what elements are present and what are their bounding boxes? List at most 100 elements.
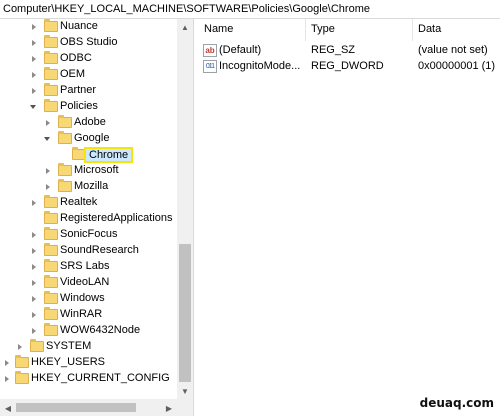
- tree-item-adobe[interactable]: Adobe: [0, 115, 177, 131]
- chevron-right-icon[interactable]: [28, 227, 37, 243]
- folder-icon: [44, 35, 58, 48]
- scroll-left-arrow-icon[interactable]: ◀: [0, 400, 16, 416]
- chevron-right-icon[interactable]: [42, 179, 51, 195]
- folder-icon: [15, 371, 29, 384]
- folder-icon: [15, 355, 29, 368]
- tree-item-label: Nuance: [60, 20, 98, 32]
- folder-icon: [44, 227, 58, 240]
- tree-item-partner[interactable]: Partner: [0, 83, 177, 99]
- tree-item-label: Windows: [60, 292, 105, 304]
- horizontal-scrollbar[interactable]: ◀ ▶: [0, 399, 177, 416]
- scroll-right-arrow-icon[interactable]: ▶: [161, 400, 177, 416]
- tree-item-label: RegisteredApplications: [60, 212, 173, 224]
- chevron-right-icon[interactable]: [42, 163, 51, 179]
- chevron-right-icon[interactable]: [28, 195, 37, 211]
- string-value-icon: ab: [203, 44, 217, 57]
- folder-icon: [44, 19, 58, 32]
- list-row[interactable]: 011 IncognitoMode... REG_DWORD 0x0000000…: [198, 59, 500, 75]
- tree-item-system[interactable]: SYSTEM: [0, 339, 177, 355]
- tree-item-policies[interactable]: Policies: [0, 99, 177, 115]
- tree-item-label: Microsoft: [74, 164, 119, 176]
- chevron-right-icon[interactable]: [28, 67, 37, 83]
- vertical-scroll-thumb[interactable]: [179, 244, 191, 382]
- tree-item-label: Adobe: [74, 116, 106, 128]
- tree-item-wow6432node[interactable]: WOW6432Node: [0, 323, 177, 339]
- chevron-right-icon[interactable]: [28, 243, 37, 259]
- chevron-right-icon[interactable]: [28, 307, 37, 323]
- horizontal-scroll-thumb[interactable]: [16, 403, 136, 412]
- value-name: IncognitoMode...: [219, 60, 301, 72]
- scrollbar-corner: [177, 399, 193, 416]
- column-header-name[interactable]: Name: [204, 23, 233, 41]
- tree-item-hkey-users[interactable]: HKEY_USERS: [0, 355, 177, 371]
- tree-item-chrome[interactable]: Chrome: [0, 147, 177, 163]
- chevron-right-icon[interactable]: [28, 291, 37, 307]
- chevron-right-icon[interactable]: [28, 323, 37, 339]
- tree-item-mozilla[interactable]: Mozilla: [0, 179, 177, 195]
- scroll-up-arrow-icon[interactable]: ▲: [177, 19, 193, 35]
- tree-item-nuance[interactable]: Nuance: [0, 19, 177, 35]
- tree-item-label: SRS Labs: [60, 260, 110, 272]
- tree-item-oem[interactable]: OEM: [0, 67, 177, 83]
- list-row[interactable]: ab (Default) REG_SZ (value not set): [198, 43, 500, 59]
- tree-item-label: WinRAR: [60, 308, 103, 320]
- folder-icon: [44, 67, 58, 80]
- value-type: REG_SZ: [311, 44, 356, 56]
- folder-icon: [30, 339, 44, 352]
- chevron-right-icon[interactable]: [42, 115, 51, 131]
- folder-icon: [44, 259, 58, 272]
- column-divider[interactable]: [412, 19, 413, 41]
- tree-item-srs-labs[interactable]: SRS Labs: [0, 259, 177, 275]
- chevron-right-icon[interactable]: [14, 339, 23, 355]
- tree-item-windows[interactable]: Windows: [0, 291, 177, 307]
- tree-item-label-selected: Chrome: [84, 147, 134, 163]
- tree-item-hkey-current-config[interactable]: HKEY_CURRENT_CONFIG: [0, 371, 177, 387]
- chevron-right-icon[interactable]: [1, 371, 10, 387]
- chevron-right-icon[interactable]: [28, 83, 37, 99]
- tree-item-videolan[interactable]: VideoLAN: [0, 275, 177, 291]
- value-data: (value not set): [418, 44, 488, 56]
- registry-tree: Nuance OBS Studio ODBC OEM Partner Polic…: [0, 19, 194, 416]
- chevron-right-icon[interactable]: [1, 355, 10, 371]
- chevron-down-icon[interactable]: [28, 99, 37, 115]
- tree-item-obs-studio[interactable]: OBS Studio: [0, 35, 177, 51]
- tree-item-odbc[interactable]: ODBC: [0, 51, 177, 67]
- folder-icon: [44, 307, 58, 320]
- folder-icon: [58, 115, 72, 128]
- tree-item-registeredapplications[interactable]: RegisteredApplications: [0, 211, 177, 227]
- column-divider[interactable]: [305, 19, 306, 41]
- folder-icon: [44, 291, 58, 304]
- tree-item-label: Google: [74, 132, 110, 144]
- tree-item-label: SYSTEM: [46, 340, 92, 352]
- tree-item-label: Realtek: [60, 196, 98, 208]
- chevron-right-icon[interactable]: [28, 51, 37, 67]
- chevron-right-icon[interactable]: [28, 35, 37, 51]
- folder-icon: [44, 211, 58, 224]
- tree-item-microsoft[interactable]: Microsoft: [0, 163, 177, 179]
- tree-item-label: HKEY_USERS: [31, 356, 105, 368]
- vertical-scrollbar[interactable]: ▲ ▼: [177, 19, 193, 399]
- tree-item-sonicfocus[interactable]: SonicFocus: [0, 227, 177, 243]
- address-path: Computer\HKEY_LOCAL_MACHINE\SOFTWARE\Pol…: [3, 3, 370, 15]
- folder-icon: [44, 323, 58, 336]
- column-header-type[interactable]: Type: [311, 23, 335, 41]
- tree-item-label: WOW6432Node: [60, 324, 141, 336]
- tree-item-label: Partner: [60, 84, 97, 96]
- chevron-down-icon[interactable]: [42, 131, 51, 147]
- folder-icon: [44, 83, 58, 96]
- chevron-right-icon[interactable]: [28, 259, 37, 275]
- tree-item-label: HKEY_CURRENT_CONFIG: [31, 372, 170, 384]
- folder-icon: [44, 243, 58, 256]
- chevron-right-icon[interactable]: [28, 19, 37, 35]
- chevron-right-icon[interactable]: [28, 275, 37, 291]
- tree-item-winrar[interactable]: WinRAR: [0, 307, 177, 323]
- scroll-down-arrow-icon[interactable]: ▼: [177, 383, 193, 399]
- tree-item-realtek[interactable]: Realtek: [0, 195, 177, 211]
- tree-item-label: Mozilla: [74, 180, 109, 192]
- tree-item-soundresearch[interactable]: SoundResearch: [0, 243, 177, 259]
- column-header-data[interactable]: Data: [418, 23, 441, 41]
- tree-item-label: OBS Studio: [60, 36, 118, 48]
- address-bar[interactable]: Computer\HKEY_LOCAL_MACHINE\SOFTWARE\Pol…: [0, 0, 500, 19]
- tree-item-label: OEM: [60, 68, 86, 80]
- tree-item-google[interactable]: Google: [0, 131, 177, 147]
